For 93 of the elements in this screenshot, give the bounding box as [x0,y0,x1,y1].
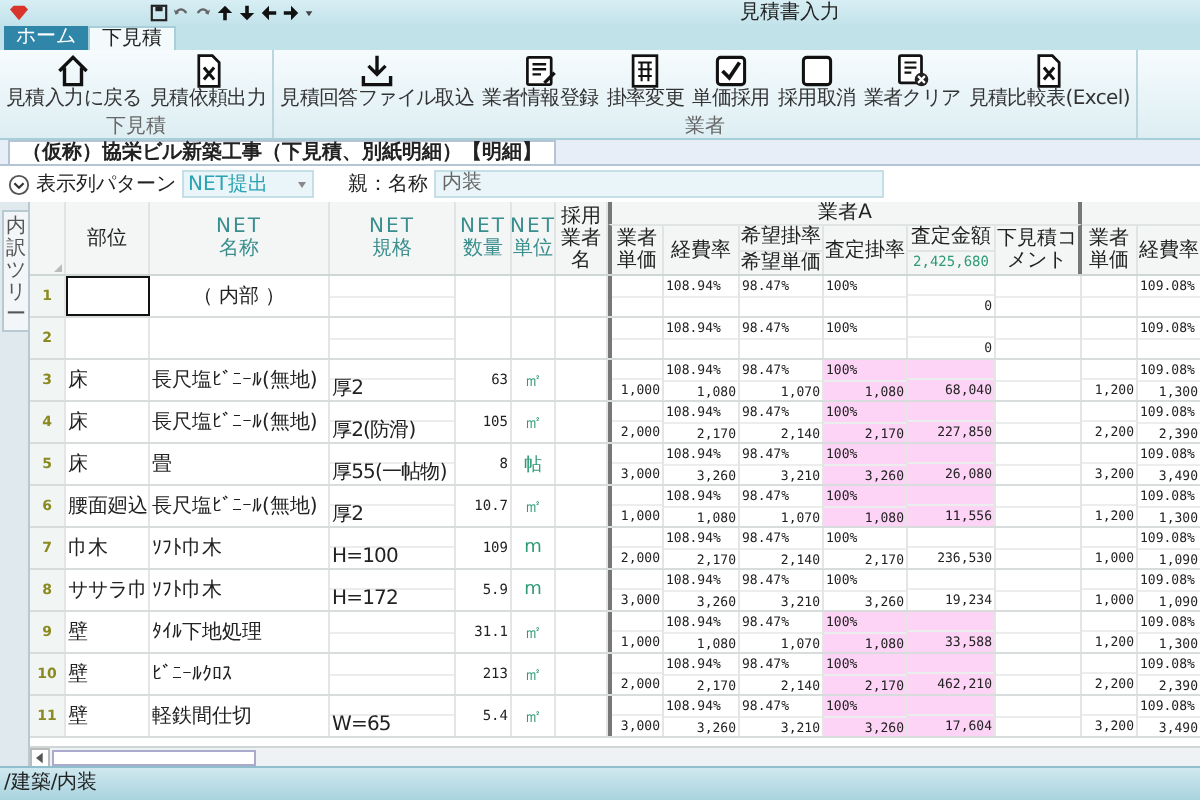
column-header[interactable]: 希望掛率 [740,226,822,251]
ribbon-button[interactable]: 単価採用 [688,50,774,112]
table-cell-text: 厚2(防滑) [330,422,418,442]
table-cell: 軽鉄間仕切 [150,696,330,736]
ribbon-button[interactable]: 掛率変更 [602,50,689,112]
table-cell-text: W=65 [330,716,393,736]
scroll-left-icon[interactable] [30,747,50,766]
excel-file-icon [191,54,225,88]
table-cell-text: 厚2 [330,380,366,400]
table-cell: ㎡ [512,612,556,652]
table-cell: ㎡ [512,486,556,526]
download-icon [360,54,395,88]
ribbon-button[interactable]: 見積回答ファイル取込 [276,50,479,112]
table-cell: 腰面廻込 [66,486,150,526]
table-cell: ﾋﾞﾆｰﾙｸﾛｽ [150,654,330,694]
table-cell: ㎡ [512,696,556,736]
column-header[interactable]: 下見積コメント [996,224,1082,274]
ribbon-button[interactable]: 採用取消 [773,50,860,112]
ribbon-button[interactable]: 業者情報登録 [478,50,603,112]
ribbon-button[interactable]: 見積依頼出力 [145,50,271,112]
column-header[interactable]: 経費率 [1138,224,1200,274]
column-header[interactable]: NET 数量 [456,202,512,274]
checkbox-checked-icon [714,54,749,88]
excel-file-icon [1032,54,1067,88]
arrow-left-icon[interactable] [260,4,278,22]
arrow-right-icon[interactable] [282,4,300,22]
table-cell: 壁 [66,696,150,736]
column-header[interactable]: 部位 [66,202,150,274]
save-icon[interactable] [150,4,168,22]
ribbon-button[interactable]: 業者クリア [859,50,965,112]
horizontal-scrollbar[interactable] [30,746,1200,766]
table-cell: ｿﾌﾄ巾木 [150,528,330,568]
table-cell: ｿﾌﾄ巾木 [150,570,330,610]
column-header[interactable]: 業者単価 [1082,224,1138,274]
dropdown-icon[interactable] [304,8,314,18]
table-cell: 長尺塩ﾋﾞﾆｰﾙ(無地) [150,486,330,526]
table-cell: 床 [66,360,150,400]
table-cell-text: 厚2 [330,506,366,526]
document-tab[interactable]: （仮称）協栄ビル新築工事（下見積、別紙明細）【明細】 [8,140,556,164]
caret-icon [296,178,308,190]
column-header[interactable]: 採用業者名 [556,202,608,274]
form-edit-icon [523,54,558,88]
column-header[interactable]: 経費率 [664,224,740,274]
house-icon [56,54,91,88]
group-label: 下見積 [106,116,167,138]
ribbon-button[interactable]: 見積比較表(Excel) [964,50,1134,112]
collapse-icon[interactable] [8,173,30,195]
table-cell-text: 厚55(一帖物) [330,464,449,484]
column-header[interactable]: 希望単価 [740,251,822,274]
table-cell: 巾木 [66,528,150,568]
calculator-icon [628,54,663,88]
table-cell: ㎡ [512,654,556,694]
arrow-up-icon[interactable] [216,4,234,22]
checkbox-empty-icon [799,54,834,88]
app-icon[interactable] [8,4,30,22]
table-cell: ㎡ [512,360,556,400]
table-cell: 床 [66,402,150,442]
ribbon-button[interactable]: 見積入力に戻る [2,50,146,112]
column-header[interactable]: 査定金額 [908,226,994,251]
ribbon-tab[interactable]: 下見積 [88,26,176,50]
parent-label: 親：名称 [348,171,428,198]
table-cell: ㎡ [512,402,556,442]
table-cell: 長尺塩ﾋﾞﾆｰﾙ(無地) [150,402,330,442]
table-cell: ﾀｲﾙ下地処理 [150,612,330,652]
parent-field[interactable]: 内装 [434,170,884,198]
column-header[interactable]: 業者単価 [608,224,664,274]
table-cell: （ 内部 ） [150,276,330,316]
side-tab[interactable]: 内訳ツリー [2,210,30,332]
column-header[interactable]: 査定掛率 [824,224,908,274]
table-cell: 帖 [512,444,556,484]
ribbon-tab[interactable]: ホーム [4,26,88,50]
table-cell: ササラ巾 [66,570,150,610]
corner-icon [54,264,62,272]
window-title: 見積書入力 [740,2,840,24]
table-cell: m [512,570,556,610]
scroll-thumb[interactable] [52,749,256,765]
column-header[interactable]: NET 規格 [330,202,456,274]
column-header[interactable]: NET 名称 [150,202,330,274]
table-cell: 長尺塩ﾋﾞﾆｰﾙ(無地) [150,360,330,400]
pattern-label: 表示列パターン [36,171,176,198]
table-cell: 畳 [150,444,330,484]
table-cell: 壁 [66,612,150,652]
table-cell: m [512,528,556,568]
table-cell-text: H=172 [330,590,400,610]
table-cell-text: H=100 [330,548,400,568]
group-label: 業者 [685,116,726,138]
column-header[interactable]: NET 単位 [512,202,556,274]
table-cell: 床 [66,444,150,484]
document-delete-icon [895,54,930,88]
status-bar: /建築/内装 [0,766,1200,800]
table-cell: 壁 [66,654,150,694]
group-header: 業者A [608,202,1082,224]
arrow-down-icon[interactable] [238,4,256,22]
